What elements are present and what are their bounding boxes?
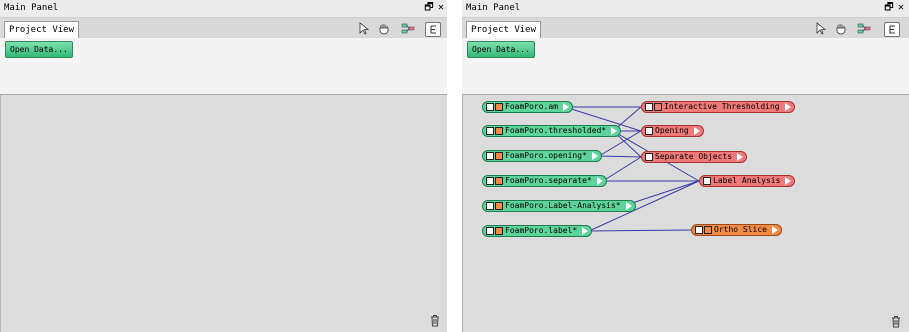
visibility-toggle[interactable] [486,103,494,111]
node-label: Opening [655,126,689,135]
trash-icon[interactable] [429,314,441,327]
node-label: FoamPoro.opening* [505,151,587,160]
data-node-foamporo-separate[interactable]: FoamPoro.separate* [482,175,607,187]
e-icon[interactable] [425,22,441,37]
panel-title: Main Panel [466,3,521,13]
module-node-label-analysis[interactable]: Label Analysis [699,175,796,187]
expand-arrow-icon[interactable] [582,227,589,235]
node-label: FoamPoro.Label-Analysis* [505,201,621,210]
close-icon[interactable]: ✕ [895,2,907,14]
data-node-foamporo-label-analysis[interactable]: FoamPoro.Label-Analysis* [482,200,636,212]
restore-icon[interactable]: 🗗 [423,2,435,14]
node-label: Interactive Thresholding [664,102,780,111]
node-label: Separate Objects [655,152,733,161]
color-square [495,127,503,135]
color-square [704,226,712,234]
tool-area: Open Data... [0,38,447,95]
panel-title: Main Panel [4,3,59,13]
tab-project-view[interactable]: Project View [466,21,542,38]
connection-line [602,156,642,182]
visibility-toggle[interactable] [486,202,494,210]
visibility-toggle[interactable] [486,227,494,235]
panel-titlebar: Main Panel 🗗 ✕ [462,0,909,18]
main-panel-left: Main Panel 🗗 ✕ Project View Open Data... [0,0,447,332]
close-icon[interactable]: ✕ [435,2,447,14]
data-node-foamporo-am[interactable]: FoamPoro.am [482,101,573,113]
module-node-opening[interactable]: Opening [641,125,704,137]
network-canvas[interactable] [0,95,447,332]
color-square [495,103,503,111]
node-label: Label Analysis [713,176,781,185]
open-data-button[interactable]: Open Data... [467,41,535,58]
network-canvas[interactable]: FoamPoro.am FoamPoro.thresholded* FoamPo… [462,95,909,332]
tab-project-view[interactable]: Project View [4,21,80,38]
visibility-toggle[interactable] [486,177,494,185]
expand-arrow-icon[interactable] [611,127,618,135]
expand-arrow-icon[interactable] [784,103,791,111]
trash-icon[interactable] [890,315,902,328]
tool-area: Open Data... [462,38,909,95]
tab-bar: Project View [462,18,909,38]
visibility-toggle[interactable] [695,226,703,234]
network-icon[interactable] [401,22,415,35]
node-label: FoamPoro.separate* [505,176,592,185]
color-square [495,177,503,185]
visibility-toggle[interactable] [703,177,711,185]
node-label: FoamPoro.thresholded* [505,126,607,135]
pointer-icon[interactable] [357,22,371,35]
main-panel-right: Main Panel 🗗 ✕ Project View Open Data... [462,0,909,332]
color-square [495,152,503,160]
expand-arrow-icon[interactable] [785,177,792,185]
expand-arrow-icon[interactable] [591,152,598,160]
hand-icon[interactable] [834,22,848,35]
restore-icon[interactable]: 🗗 [883,2,895,14]
expand-arrow-icon[interactable] [693,127,700,135]
color-square [654,103,662,111]
module-node-ortho-slice[interactable]: Ortho Slice [691,224,782,236]
module-node-separate-objects[interactable]: Separate Objects [641,151,748,163]
data-node-foamporo-label[interactable]: FoamPoro.label* [482,225,593,237]
hand-icon[interactable] [377,22,391,35]
visibility-toggle[interactable] [645,153,653,161]
pointer-icon[interactable] [814,22,828,35]
expand-arrow-icon[interactable] [562,103,569,111]
connection-line [588,229,692,232]
visibility-toggle[interactable] [486,152,494,160]
open-data-button[interactable]: Open Data... [5,41,73,58]
node-label: FoamPoro.am [505,102,558,111]
expand-arrow-icon[interactable] [737,153,744,161]
expand-arrow-icon[interactable] [625,202,632,210]
data-node-foamporo-opening[interactable]: FoamPoro.opening* [482,150,602,162]
connection-line [598,155,642,158]
visibility-toggle[interactable] [645,127,653,135]
visibility-toggle[interactable] [486,127,494,135]
e-icon[interactable] [884,22,900,37]
tab-bar: Project View [0,18,447,38]
panel-titlebar: Main Panel 🗗 ✕ [0,0,447,18]
color-square [495,227,503,235]
module-node-interactive-thresholding[interactable]: Interactive Thresholding [641,101,795,113]
expand-arrow-icon[interactable] [596,177,603,185]
expand-arrow-icon[interactable] [771,226,778,234]
color-square [495,202,503,210]
visibility-toggle[interactable] [645,103,653,111]
node-label: FoamPoro.label* [505,226,578,235]
network-icon[interactable] [857,22,871,35]
data-node-foamporo-thresholded[interactable]: FoamPoro.thresholded* [482,125,622,137]
node-label: Ortho Slice [714,225,767,234]
